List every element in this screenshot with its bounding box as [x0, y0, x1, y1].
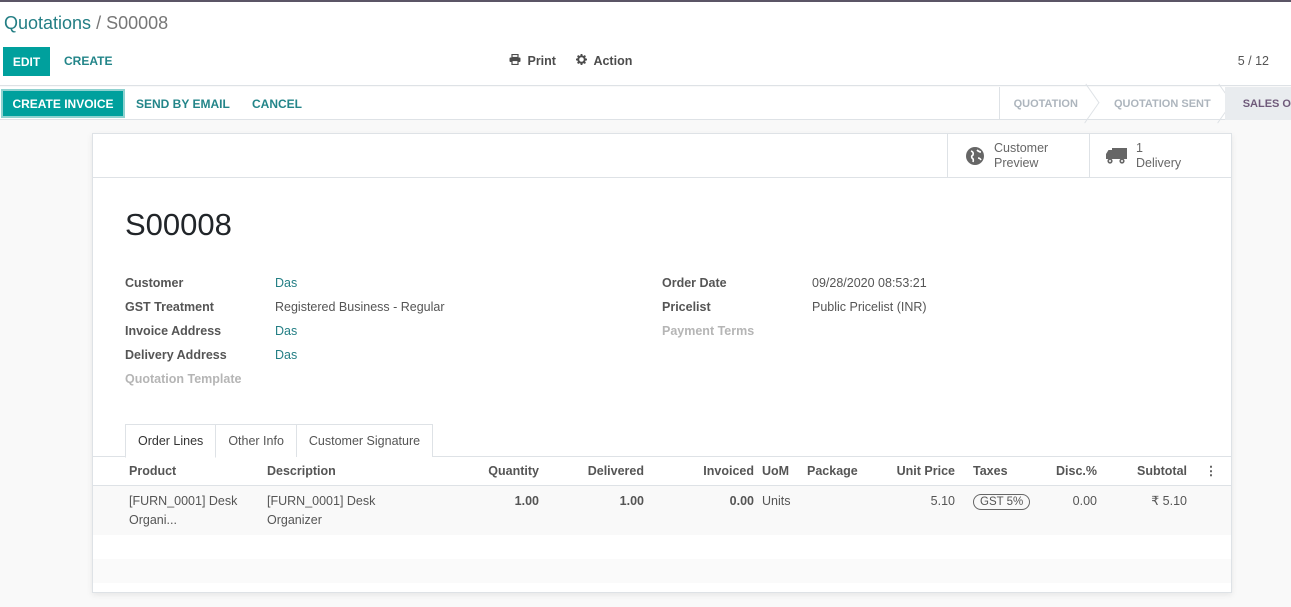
- print-label: Print: [527, 54, 556, 68]
- printer-icon: [509, 53, 524, 68]
- col-discount[interactable]: Disc.%: [1039, 457, 1101, 486]
- col-uom[interactable]: UoM: [758, 457, 803, 486]
- customer-label: Customer: [125, 276, 184, 290]
- empty-row: [93, 558, 1231, 583]
- globe-icon: [964, 145, 986, 167]
- pricelist-value: Public Pricelist (INR): [812, 300, 927, 314]
- form-sheet: Customer Preview 1 Delivery S00008 Custome…: [92, 133, 1232, 593]
- col-description[interactable]: Description: [263, 457, 433, 486]
- stage-quotation[interactable]: QUOTATION: [1000, 87, 1092, 120]
- status-stages: QUOTATION QUOTATION SENT SALES O: [998, 87, 1291, 120]
- pricelist-label: Pricelist: [662, 300, 711, 314]
- notebook-tabs: Order Lines Other Info Customer Signatur…: [125, 424, 434, 458]
- control-panel: Quotations / S00008 EDIT CREATE Print Ac…: [0, 2, 1291, 86]
- order-lines-table: Product Description Quantity Delivered I…: [93, 457, 1231, 607]
- cell-uom: Units: [762, 493, 791, 508]
- send-by-email-button[interactable]: SEND BY EMAIL: [136, 97, 230, 111]
- col-delivered[interactable]: Delivered: [543, 457, 648, 486]
- cell-discount: 0.00: [1072, 493, 1097, 508]
- col-invoiced[interactable]: Invoiced: [648, 457, 758, 486]
- optional-columns-toggle[interactable]: ⋮: [1191, 457, 1231, 486]
- customer-preview-button[interactable]: Customer Preview: [947, 134, 1089, 178]
- col-taxes[interactable]: Taxes: [959, 457, 1039, 486]
- cell-unit-price: 5.10: [930, 493, 955, 508]
- preview-line1: Customer: [994, 141, 1049, 155]
- cell-delivered: 1.00: [619, 493, 644, 508]
- description-line2: Organizer: [267, 512, 322, 527]
- delivery-address-label: Delivery Address: [125, 348, 227, 362]
- table-row[interactable]: [FURN_0001] Desk Organi... [FURN_0001] D…: [93, 485, 1231, 535]
- empty-row: [93, 535, 1231, 559]
- pager-value[interactable]: 5 / 12: [1238, 54, 1269, 68]
- tab-order-lines[interactable]: Order Lines: [125, 424, 217, 458]
- cell-subtotal: ₹ 5.10: [1151, 493, 1187, 508]
- order-date-value: 09/28/2020 08:53:21: [812, 276, 927, 290]
- table-header-row: Product Description Quantity Delivered I…: [93, 457, 1231, 486]
- col-quantity[interactable]: Quantity: [433, 457, 543, 486]
- truck-icon: [1106, 145, 1128, 167]
- delivery-label: Delivery: [1136, 156, 1182, 170]
- print-dropdown[interactable]: Print: [509, 53, 556, 68]
- cell-invoiced: 0.00: [729, 493, 754, 508]
- payment-terms-label: Payment Terms: [662, 324, 755, 338]
- create-invoice-button[interactable]: CREATE INVOICE: [3, 91, 123, 116]
- gear-icon: [575, 54, 590, 68]
- cell-description: [FURN_0001] Desk Organizer: [263, 485, 433, 535]
- tab-customer-signature[interactable]: Customer Signature: [295, 424, 434, 457]
- cell-product: [FURN_0001] Desk Organi...: [129, 493, 238, 527]
- stage-quotation-sent[interactable]: QUOTATION SENT: [1092, 87, 1225, 120]
- order-date-label: Order Date: [662, 276, 727, 290]
- delivery-count: 1: [1136, 141, 1143, 155]
- col-product[interactable]: Product: [93, 457, 263, 486]
- breadcrumb-quotations-link[interactable]: Quotations: [4, 13, 91, 33]
- kebab-menu-icon: ⋮: [1204, 464, 1218, 479]
- preview-line2: Preview: [994, 156, 1039, 170]
- tax-badge: GST 5%: [973, 493, 1031, 510]
- breadcrumb-current: S00008: [106, 13, 169, 33]
- cancel-button[interactable]: CANCEL: [252, 97, 302, 111]
- create-button[interactable]: CREATE: [64, 54, 112, 68]
- delivery-button[interactable]: 1 Delivery: [1089, 134, 1231, 178]
- tab-other-info[interactable]: Other Info: [215, 424, 297, 457]
- breadcrumb: Quotations / S00008: [4, 13, 168, 34]
- record-title: S00008: [125, 207, 232, 242]
- col-package[interactable]: Package: [803, 457, 863, 486]
- cell-quantity: 1.00: [514, 493, 539, 508]
- cell-empty: [1191, 485, 1231, 535]
- cell-taxes: GST 5%: [959, 485, 1039, 535]
- action-label: Action: [593, 54, 633, 68]
- sidebar-actions: Print Action: [509, 53, 633, 68]
- empty-row: [93, 583, 1231, 607]
- gst-treatment-value: Registered Business - Regular: [275, 300, 445, 314]
- action-dropdown[interactable]: Action: [575, 54, 633, 68]
- customer-value[interactable]: Das: [275, 276, 297, 290]
- gst-treatment-label: GST Treatment: [125, 300, 214, 314]
- col-unit-price[interactable]: Unit Price: [863, 457, 959, 486]
- quotation-template-label: Quotation Template: [125, 372, 242, 386]
- col-subtotal[interactable]: Subtotal: [1101, 457, 1191, 486]
- edit-button[interactable]: EDIT: [3, 47, 50, 76]
- description-line1: [FURN_0001] Desk: [267, 493, 376, 508]
- button-box: Customer Preview 1 Delivery: [93, 134, 1231, 178]
- delivery-address-value[interactable]: Das: [275, 348, 297, 362]
- invoice-address-label: Invoice Address: [125, 324, 222, 338]
- invoice-address-value[interactable]: Das: [275, 324, 297, 338]
- breadcrumb-separator: /: [96, 13, 102, 33]
- cell-package: [803, 485, 863, 535]
- statusbar: CREATE INVOICE SEND BY EMAIL CANCEL QUOT…: [0, 87, 1291, 120]
- stage-sales-order[interactable]: SALES O: [1224, 87, 1291, 120]
